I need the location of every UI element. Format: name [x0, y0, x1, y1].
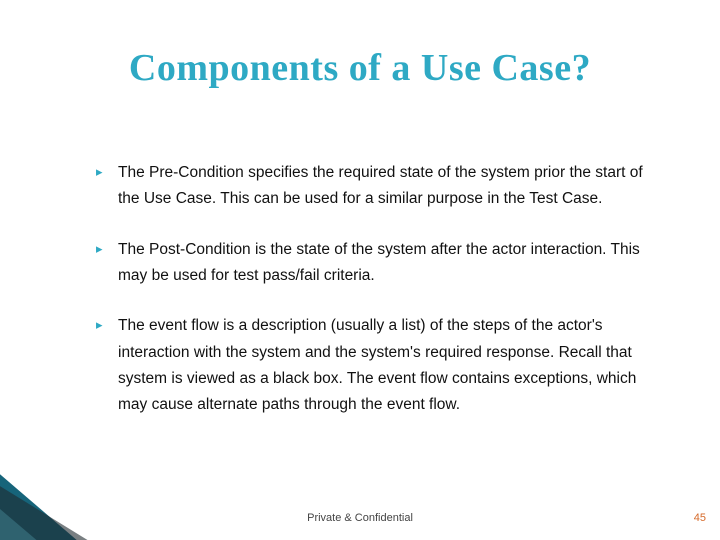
- slide-body: The Pre-Condition specifies the required…: [96, 160, 650, 443]
- list-item: The event flow is a description (usually…: [96, 313, 650, 418]
- bullet-text: The event flow is a description (usually…: [118, 317, 636, 413]
- slide: Components of a Use Case? The Pre-Condit…: [0, 0, 720, 540]
- footer-confidential: Private & Confidential: [0, 512, 720, 524]
- slide-title: Components of a Use Case?: [0, 46, 720, 90]
- bullet-list: The Pre-Condition specifies the required…: [96, 160, 650, 419]
- slide-number: 45: [694, 512, 706, 524]
- list-item: The Pre-Condition specifies the required…: [96, 160, 650, 213]
- bullet-text: The Pre-Condition specifies the required…: [118, 164, 643, 207]
- list-item: The Post-Condition is the state of the s…: [96, 237, 650, 290]
- bullet-text: The Post-Condition is the state of the s…: [118, 241, 640, 284]
